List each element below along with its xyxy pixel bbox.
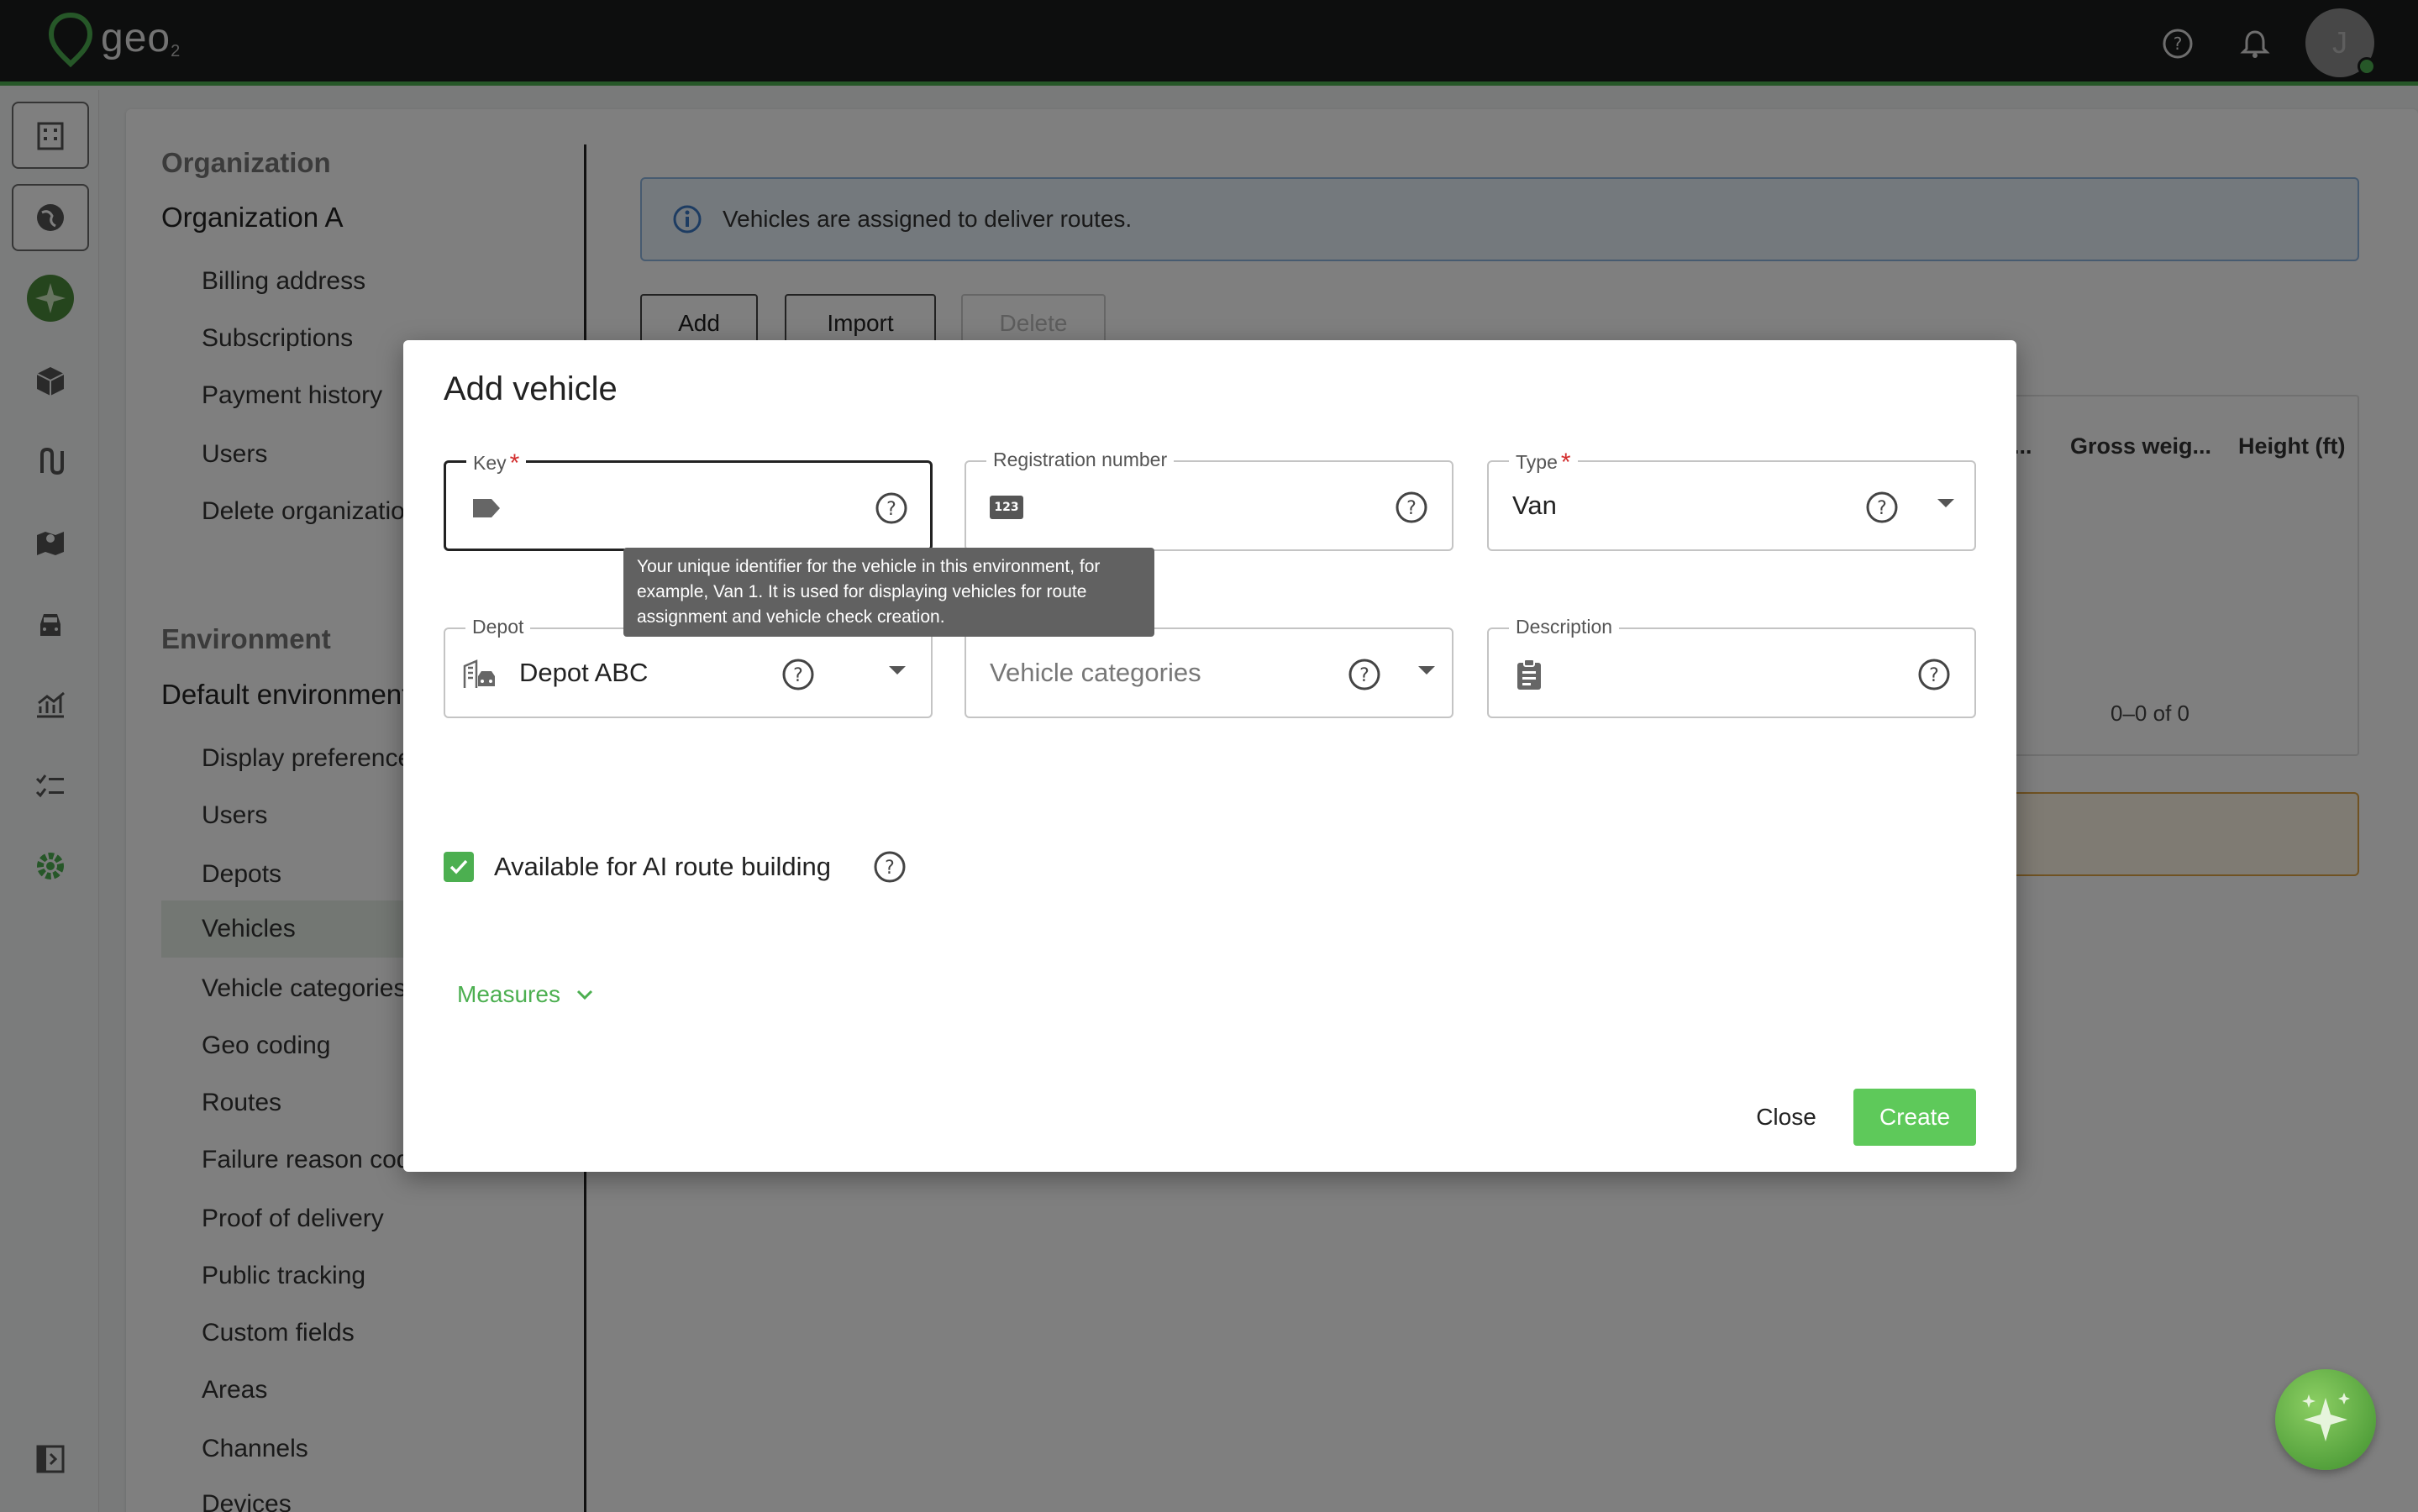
- depot-selected-value: Depot ABC: [519, 658, 649, 687]
- help-circle-icon[interactable]: ?: [1346, 656, 1383, 693]
- depot-field-label: Depot: [465, 616, 531, 638]
- svg-text:?: ?: [1877, 498, 1887, 519]
- add-vehicle-dialog: Add vehicle Key * ? Registration number 1…: [403, 340, 2016, 1172]
- ai-assistant-fab[interactable]: [2275, 1369, 2376, 1470]
- key-field-label: Key *: [466, 449, 527, 478]
- description-field-label: Description: [1509, 616, 1620, 638]
- close-button[interactable]: Close: [1732, 1089, 1840, 1146]
- svg-text:?: ?: [885, 858, 895, 879]
- ai-route-building-row[interactable]: Available for AI route building ?: [444, 848, 908, 885]
- type-select[interactable]: Type * Van ?: [1487, 449, 1976, 551]
- type-selected-value: Van: [1512, 491, 1557, 520]
- svg-text:?: ?: [1406, 498, 1417, 519]
- type-field-label: Type *: [1509, 449, 1578, 477]
- checkbox-checked-icon[interactable]: [444, 852, 474, 882]
- measures-toggle[interactable]: Measures: [457, 981, 597, 1008]
- tag-icon: [468, 490, 505, 527]
- help-circle-icon[interactable]: ?: [1916, 656, 1953, 693]
- measures-label: Measures: [457, 981, 560, 1007]
- registration-field-label: Registration number: [986, 449, 1175, 471]
- vehicle-categories-placeholder: Vehicle categories: [990, 658, 1201, 687]
- help-circle-icon[interactable]: ?: [871, 848, 908, 885]
- help-circle-icon[interactable]: ?: [1863, 489, 1900, 526]
- depot-building-icon: [460, 656, 497, 693]
- dialog-title: Add vehicle: [444, 370, 618, 407]
- svg-text:?: ?: [1359, 665, 1369, 686]
- key-field[interactable]: Key * ?: [444, 449, 933, 551]
- numbers-icon: 123: [988, 489, 1025, 526]
- svg-text:?: ?: [886, 499, 896, 520]
- dropdown-caret-icon[interactable]: [889, 666, 906, 675]
- chevron-down-icon: [576, 990, 592, 1000]
- dropdown-caret-icon[interactable]: [1418, 666, 1435, 675]
- svg-text:?: ?: [1929, 665, 1939, 686]
- create-button[interactable]: Create: [1853, 1089, 1976, 1146]
- help-circle-icon[interactable]: ?: [873, 490, 910, 527]
- help-circle-icon[interactable]: ?: [1393, 489, 1430, 526]
- depot-select[interactable]: Depot Depot ABC ?: [444, 616, 933, 718]
- dropdown-caret-icon[interactable]: [1937, 499, 1954, 507]
- clipboard-icon: [1511, 656, 1548, 693]
- ai-route-building-label: Available for AI route building: [494, 852, 831, 881]
- help-circle-icon[interactable]: ?: [780, 656, 817, 693]
- sparkle-icon: [2302, 1393, 2350, 1441]
- registration-number-field[interactable]: Registration number 123 ?: [965, 449, 1453, 551]
- key-help-tooltip: Your unique identifier for the vehicle i…: [623, 548, 1154, 637]
- vehicle-categories-select[interactable]: Vehicle categories ?: [965, 627, 1453, 718]
- svg-text:?: ?: [793, 665, 803, 686]
- description-field[interactable]: Description ?: [1487, 616, 1976, 718]
